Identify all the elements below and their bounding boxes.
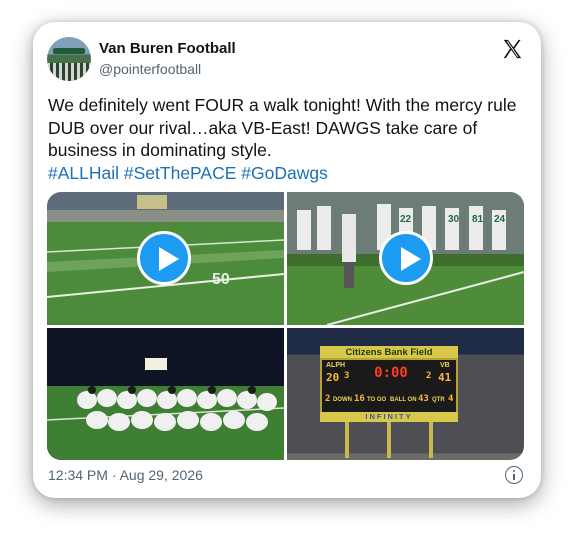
tweet-timestamp[interactable]: 12:34 PM · Aug 29, 2026 bbox=[48, 467, 203, 483]
avatar-team bbox=[47, 63, 91, 81]
avatar[interactable] bbox=[47, 37, 91, 81]
svg-text:24: 24 bbox=[494, 214, 506, 225]
home-label: ALPH bbox=[326, 362, 346, 369]
to-go-value: 16 bbox=[354, 394, 365, 404]
tweet-text: We definitely went FOUR a walk tonight! … bbox=[48, 94, 528, 184]
svg-text:30: 30 bbox=[448, 214, 460, 225]
avatar-banner bbox=[53, 48, 85, 54]
svg-text:81: 81 bbox=[472, 214, 484, 225]
to-go-label: TO GO bbox=[367, 397, 387, 403]
home-timeouts: 3 bbox=[344, 371, 350, 381]
home-score: 20 bbox=[326, 371, 340, 384]
hashtags: #ALLHail #SetThePACE #GoDawgs bbox=[48, 162, 528, 185]
scoreboard-post bbox=[345, 422, 349, 458]
scoreboard-brand: INFINITY bbox=[320, 412, 458, 422]
tweet-card: Van Buren Football @pointerfootball We d… bbox=[33, 22, 541, 498]
svg-text:22: 22 bbox=[400, 214, 412, 225]
hashtag-allhail[interactable]: #ALLHail bbox=[48, 163, 119, 183]
qtr-value: 4 bbox=[448, 394, 454, 404]
hashtag-setthepace[interactable]: #SetThePACE bbox=[124, 163, 237, 183]
ball-on-value: 43 bbox=[418, 394, 429, 404]
down-label: DOWN bbox=[333, 397, 352, 403]
author-handle[interactable]: @pointerfootball bbox=[99, 61, 201, 77]
away-score: 41 bbox=[438, 371, 452, 384]
down-value: 2 bbox=[325, 394, 331, 404]
away-label: VB bbox=[440, 362, 450, 369]
svg-text:50: 50 bbox=[212, 271, 230, 288]
image-tile-team-photo[interactable] bbox=[47, 328, 284, 460]
info-icon[interactable] bbox=[505, 466, 523, 484]
hashtag-godawgs[interactable]: #GoDawgs bbox=[241, 163, 328, 183]
play-icon[interactable] bbox=[379, 231, 433, 285]
qtr-label: QTR bbox=[432, 397, 445, 403]
image-tile-scoreboard[interactable]: Citizens Bank Field ALPH 20 3 0:00 VB 2 … bbox=[287, 328, 524, 460]
video-tile-field[interactable]: 50 bbox=[47, 192, 284, 325]
author-name[interactable]: Van Buren Football bbox=[99, 40, 236, 57]
game-clock: 0:00 bbox=[374, 365, 408, 381]
play-icon[interactable] bbox=[137, 231, 191, 285]
scoreboard-post bbox=[387, 422, 391, 458]
tweet-body: We definitely went FOUR a walk tonight! … bbox=[48, 95, 517, 160]
media-grid: 50 22 30 81 24 Citizens Bank Field ALPH … bbox=[47, 192, 524, 460]
video-tile-sideline[interactable]: 22 30 81 24 bbox=[287, 192, 524, 325]
x-logo-icon[interactable] bbox=[501, 38, 523, 60]
team-photo bbox=[47, 328, 284, 460]
scoreboard-post bbox=[429, 422, 433, 458]
scoreboard: ALPH 20 3 0:00 VB 2 41 2 DOWN 16 TO GO B… bbox=[320, 358, 458, 414]
away-timeouts: 2 bbox=[426, 371, 432, 381]
ball-on-label: BALL ON bbox=[390, 397, 417, 403]
